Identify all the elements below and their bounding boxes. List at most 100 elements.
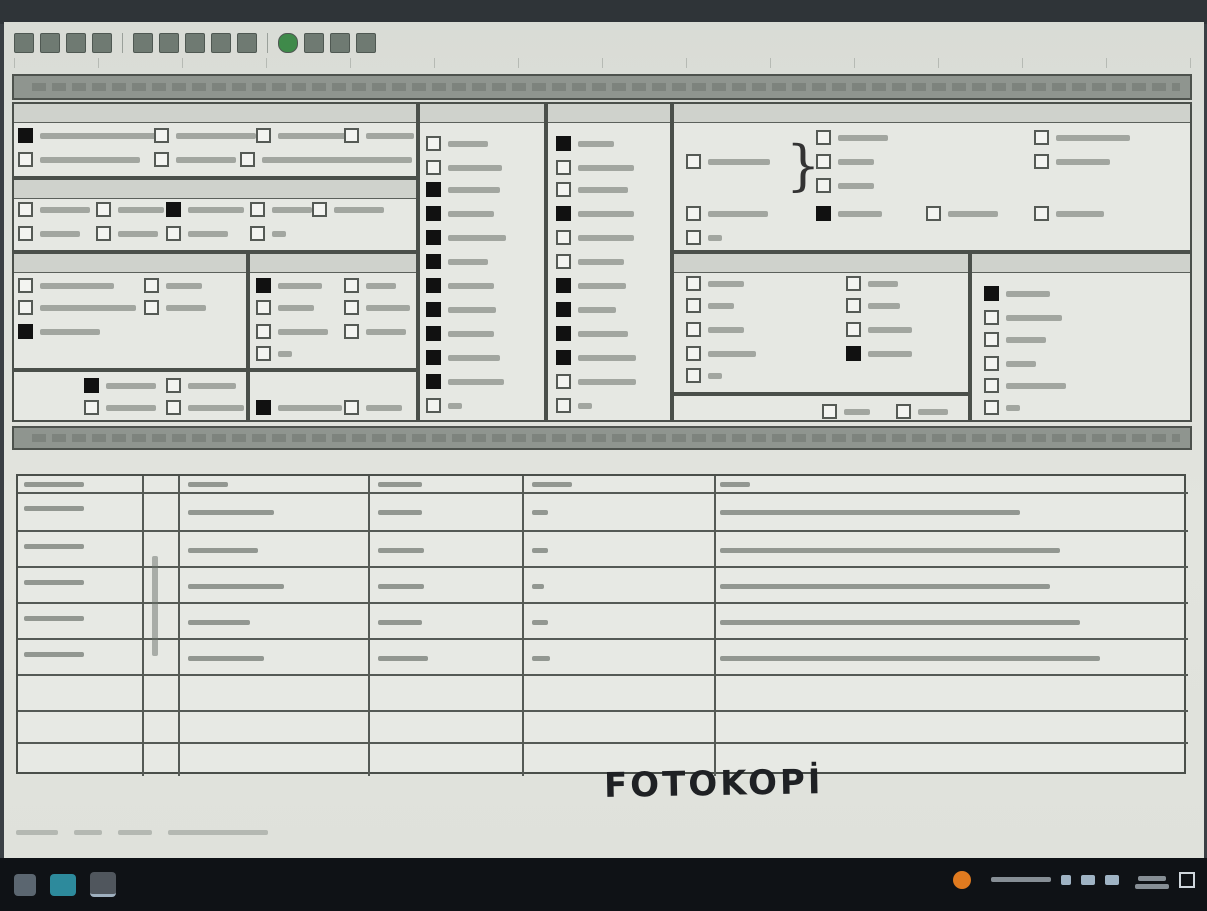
checkbox[interactable] [556,374,571,389]
taskbar-app-icon[interactable] [50,873,76,896]
checkbox-checked[interactable] [556,278,571,293]
export-icon[interactable] [304,33,324,53]
checkbox[interactable] [18,152,33,167]
checkbox-checked[interactable] [18,324,33,339]
checkbox[interactable] [166,400,181,415]
checkbox[interactable] [984,378,999,393]
checkbox[interactable] [18,300,33,315]
checkbox[interactable] [926,206,941,221]
checkbox-checked[interactable] [426,230,441,245]
notification-icon[interactable] [1179,871,1195,888]
checkbox[interactable] [686,298,701,313]
redo-icon[interactable] [159,33,179,53]
checkbox[interactable] [896,404,911,419]
checkbox[interactable] [556,398,571,413]
checkbox[interactable] [1034,130,1049,145]
checkbox[interactable] [686,276,701,291]
checkbox[interactable] [984,310,999,325]
checkbox[interactable] [426,136,441,151]
checkbox-checked[interactable] [166,202,181,217]
checkbox[interactable] [84,400,99,415]
checkbox-checked[interactable] [426,374,441,389]
checkbox-checked[interactable] [426,302,441,317]
start-icon[interactable] [14,873,36,896]
settings-icon[interactable] [237,33,257,53]
checkbox[interactable] [96,202,111,217]
checkbox[interactable] [556,230,571,245]
checkbox[interactable] [556,182,571,197]
checkbox-checked[interactable] [556,206,571,221]
checkbox-checked[interactable] [18,128,33,143]
refresh-icon[interactable] [278,33,298,53]
checkbox[interactable] [166,378,181,393]
checkbox[interactable] [144,278,159,293]
checkbox-checked[interactable] [846,346,861,361]
clock[interactable] [1135,870,1169,889]
checkbox[interactable] [822,404,837,419]
checkbox[interactable] [18,202,33,217]
copy-icon[interactable] [66,33,86,53]
checkbox[interactable] [686,206,701,221]
checkbox[interactable] [1034,154,1049,169]
checkbox-checked[interactable] [426,206,441,221]
checkbox[interactable] [144,300,159,315]
find-icon[interactable] [211,33,231,53]
checkbox-checked[interactable] [84,378,99,393]
checkbox-checked[interactable] [256,400,271,415]
checkbox-checked[interactable] [256,278,271,293]
checkbox[interactable] [240,152,255,167]
checkbox[interactable] [846,276,861,291]
checkbox-checked[interactable] [556,302,571,317]
checkbox[interactable] [256,324,271,339]
checkbox[interactable] [556,160,571,175]
checkbox-checked[interactable] [556,350,571,365]
checkbox[interactable] [344,128,359,143]
taskbar-active-app-icon[interactable] [90,872,116,897]
checkbox[interactable] [686,368,701,383]
checkbox-checked[interactable] [426,278,441,293]
checkbox[interactable] [250,226,265,241]
save-icon[interactable] [14,33,34,53]
checkbox-checked[interactable] [556,326,571,341]
checkbox[interactable] [250,202,265,217]
checkbox[interactable] [166,226,181,241]
checkbox[interactable] [846,322,861,337]
checkbox[interactable] [686,230,701,245]
paste-icon[interactable] [92,33,112,53]
checkbox[interactable] [686,346,701,361]
checkbox[interactable] [846,298,861,313]
help-icon[interactable] [330,33,350,53]
weather-icon[interactable] [953,870,971,889]
checkbox-checked[interactable] [984,286,999,301]
checkbox-checked[interactable] [426,350,441,365]
undo-icon[interactable] [133,33,153,53]
checkbox[interactable] [256,128,271,143]
checkbox[interactable] [344,324,359,339]
network-icon[interactable] [1081,874,1095,885]
checkbox[interactable] [984,400,999,415]
checkbox-checked[interactable] [426,326,441,341]
checkbox[interactable] [426,398,441,413]
checkbox[interactable] [686,154,701,169]
checkbox[interactable] [256,300,271,315]
checkbox[interactable] [18,226,33,241]
checkbox-checked[interactable] [426,254,441,269]
checkbox[interactable] [312,202,327,217]
checkbox-checked[interactable] [426,182,441,197]
checkbox[interactable] [556,254,571,269]
chevron-up-icon[interactable] [1061,874,1071,885]
checkbox[interactable] [256,346,271,361]
checkbox[interactable] [344,300,359,315]
checkbox[interactable] [154,152,169,167]
print-icon[interactable] [40,33,60,53]
zoom-icon[interactable] [185,33,205,53]
checkbox[interactable] [344,278,359,293]
checkbox-checked[interactable] [556,136,571,151]
checkbox[interactable] [1034,206,1049,221]
checkbox[interactable] [984,332,999,347]
checkbox[interactable] [154,128,169,143]
checkbox[interactable] [686,322,701,337]
checkbox[interactable] [344,400,359,415]
checkbox-checked[interactable] [816,206,831,221]
volume-icon[interactable] [1105,874,1119,885]
